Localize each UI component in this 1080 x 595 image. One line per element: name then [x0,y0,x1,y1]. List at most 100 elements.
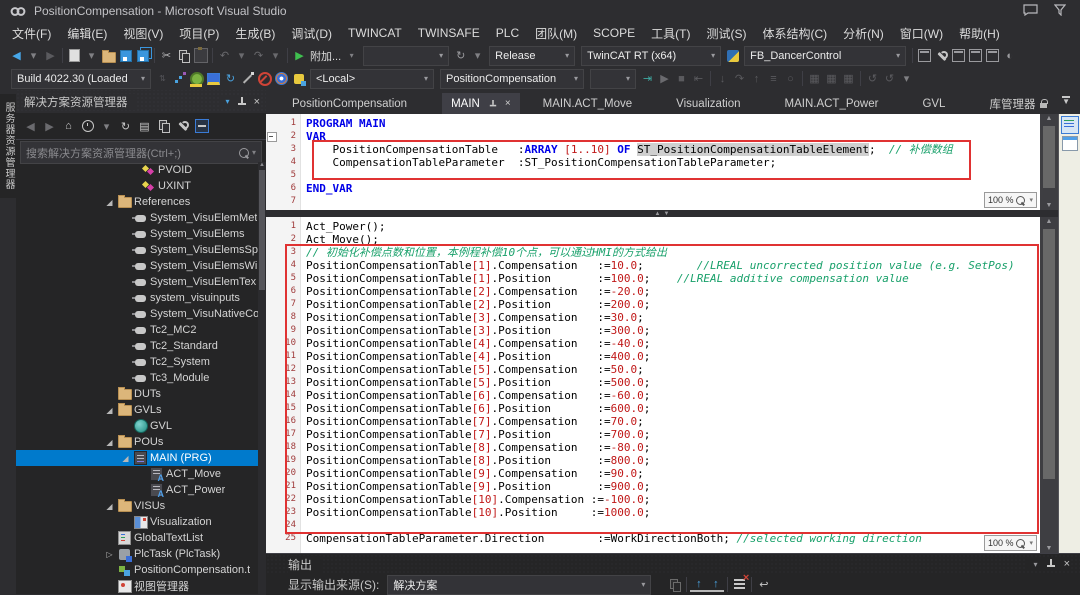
close-icon[interactable]: × [254,96,260,108]
show-output-layers-icon[interactable] [666,576,683,593]
tree-item[interactable]: System_VisuNativeCo [16,306,258,322]
output-source-combobox[interactable]: 解决方案 ▾ [387,574,652,595]
menu-item[interactable]: 分析(N) [835,23,892,44]
tab-overflow-icon[interactable]: ▼ [1062,96,1070,106]
editor-tab[interactable]: MAIN.ACT_Power [776,93,888,114]
menu-item[interactable]: SCOPE [585,24,643,42]
target-system-combobox[interactable]: <Local> ▾ [310,68,434,89]
menu-item[interactable]: 文件(F) [4,23,59,44]
tree-item[interactable]: System_VisuElemTex [16,274,258,290]
code-line[interactable]: 22 PositionCompensationTable[10].Compensa… [266,493,1040,506]
code-line[interactable]: 6 PositionCompensationTable[2].Compensati… [266,285,1040,298]
collapsed-arrow-icon[interactable]: ▷ [102,550,117,559]
code-window-icon[interactable] [950,47,967,64]
tree-item[interactable]: ◢ References [16,194,258,210]
zoom-magnifier-icon[interactable] [1016,195,1026,205]
refresh-drop-icon[interactable]: ▾ [469,47,486,64]
tree-item[interactable]: PositionCompensation.t [16,562,258,578]
solution-window-icon[interactable] [916,47,933,64]
restart-cold-icon[interactable]: ↺ [864,70,881,87]
tabular-view-icon[interactable] [1062,136,1078,151]
code-line[interactable]: 4 PositionCompensationTable[1].Compensati… [266,259,1040,272]
window-position-drop-icon[interactable]: ▾ [1034,560,1038,569]
tree-item[interactable]: ◢ GVLs [16,402,258,418]
textual-view-icon[interactable] [1061,116,1079,134]
step-out-icon[interactable]: ↑ [748,70,765,87]
active-plc-project-combobox[interactable]: PositionCompensation ▾ [440,68,584,89]
code-line[interactable]: 17 PositionCompensationTable[7].Position … [266,428,1040,441]
tree-item[interactable]: Tc3_Module [16,370,258,386]
menu-item[interactable]: 调试(D) [283,23,340,44]
code-line[interactable]: 15 PositionCompensationTable[6].Position … [266,402,1040,415]
declaration-editor[interactable]: 1 PROGRAM MAIN 2 VAR 3 PositionCompensationT… [266,114,1040,210]
declaration-zoom-control[interactable]: 100 % ▾ [983,192,1037,208]
cut-icon[interactable]: ✂ [158,47,175,64]
tree-item[interactable]: System_VisuElemsSp [16,242,258,258]
code-line[interactable]: 3 // 初始化补偿点数和位置，本例程补偿10个点，可以通过HMI的方式给出 [266,246,1040,259]
attach-button[interactable]: 附加... [310,48,341,64]
fold-marker-icon[interactable] [267,132,277,142]
extensions-icon[interactable]: ◐ [1001,47,1018,64]
undo-drop-icon[interactable]: ▾ [233,47,250,64]
code-line[interactable]: 7 [266,195,1040,208]
editor-tab[interactable]: GVL [913,93,954,114]
menu-item[interactable]: 项目(P) [171,23,227,44]
clear-all-icon[interactable] [731,572,749,593]
menu-item[interactable]: 编辑(E) [59,23,115,44]
tree-item[interactable]: Tc2_Standard [16,338,258,354]
tc-target-system-icon[interactable] [205,70,222,87]
tc-run-mode-icon[interactable] [273,70,290,87]
code-line[interactable]: 5 [266,169,1040,182]
properties-wrench-icon[interactable] [933,47,950,64]
menu-item[interactable]: TWINSAFE [410,24,488,42]
tree-item[interactable]: PVOID [16,162,258,178]
tc-reload-devices-icon[interactable]: ↻ [222,70,239,87]
tree-item[interactable]: GVL [16,418,258,434]
implementation-zoom-control[interactable]: 100 % ▾ [983,535,1037,551]
back-icon[interactable]: ◀ [22,118,39,135]
next-message-icon[interactable]: ↑ [707,577,725,592]
expanded-arrow-icon[interactable]: ◢ [102,198,117,207]
disable-breakpoints-icon[interactable]: ▦ [840,70,857,87]
pin-icon[interactable] [237,96,247,107]
tree-item[interactable]: ◢ POUs [16,434,258,450]
tree-item[interactable]: Tc2_System [16,354,258,370]
redo-icon[interactable]: ↷ [250,47,267,64]
code-line[interactable]: 2 VAR [266,130,1040,143]
tree-scrollbar[interactable]: ▲ [258,162,266,594]
task-combobox[interactable]: ▾ [590,68,636,89]
back-history-drop-icon[interactable]: ▾ [25,47,42,64]
copy-icon[interactable] [155,118,172,135]
code-line[interactable]: 7 PositionCompensationTable[2].Position :… [266,298,1040,311]
tree-item[interactable]: ▷ PlcTask (PlcTask) [16,546,258,562]
tree-item[interactable]: 视图管理器 [16,578,258,594]
tree-item[interactable]: UXINT [16,178,258,194]
tc-free-run-icon[interactable] [290,70,307,87]
pending-filter-icon[interactable] [79,118,96,135]
start-icon[interactable]: ▶ [656,70,673,87]
code-line[interactable]: 23 PositionCompensationTable[10].Position… [266,506,1040,519]
editor-tab[interactable]: MAIN.ACT_Move [534,93,641,114]
code-line[interactable]: 12 PositionCompensationTable[5].Compensat… [266,363,1040,376]
code-line[interactable]: 21 PositionCompensationTable[9].Position … [266,480,1040,493]
zoom-magnifier-icon[interactable] [1016,538,1026,548]
tree-item[interactable]: system_visuinputs [16,290,258,306]
forward-icon[interactable]: ▶ [41,118,58,135]
code-line[interactable]: 3 PositionCompensationTable :ARRAY [1..1… [266,143,1040,156]
declaration-scrollbar[interactable]: ▲ ▼ [1040,114,1058,210]
save-all-icon[interactable] [134,47,151,64]
attach-drop-icon[interactable]: ▾ [343,47,360,64]
home-icon[interactable]: ⌂ [60,118,77,135]
code-line[interactable]: 25 CompensationTableParameter.Direction :… [266,532,1040,545]
toggle-breakpoint-icon[interactable]: ▦ [823,70,840,87]
redo-drop-icon[interactable]: ▾ [267,47,284,64]
login-icon[interactable]: ⇥ [639,70,656,87]
pin-icon[interactable] [1046,559,1056,569]
close-icon[interactable]: × [505,98,511,109]
solution-search-input[interactable]: 搜索解决方案资源管理器(Ctrl+;) ▾ [20,141,262,164]
code-line[interactable]: 11 PositionCompensationTable[4].Position … [266,350,1040,363]
build-version-combobox[interactable]: Build 4022.30 (Loaded ▾ [11,68,151,89]
tree-item[interactable]: System_VisuElems [16,226,258,242]
close-icon[interactable]: × [1064,558,1070,570]
expanded-arrow-icon[interactable]: ◢ [118,454,133,463]
